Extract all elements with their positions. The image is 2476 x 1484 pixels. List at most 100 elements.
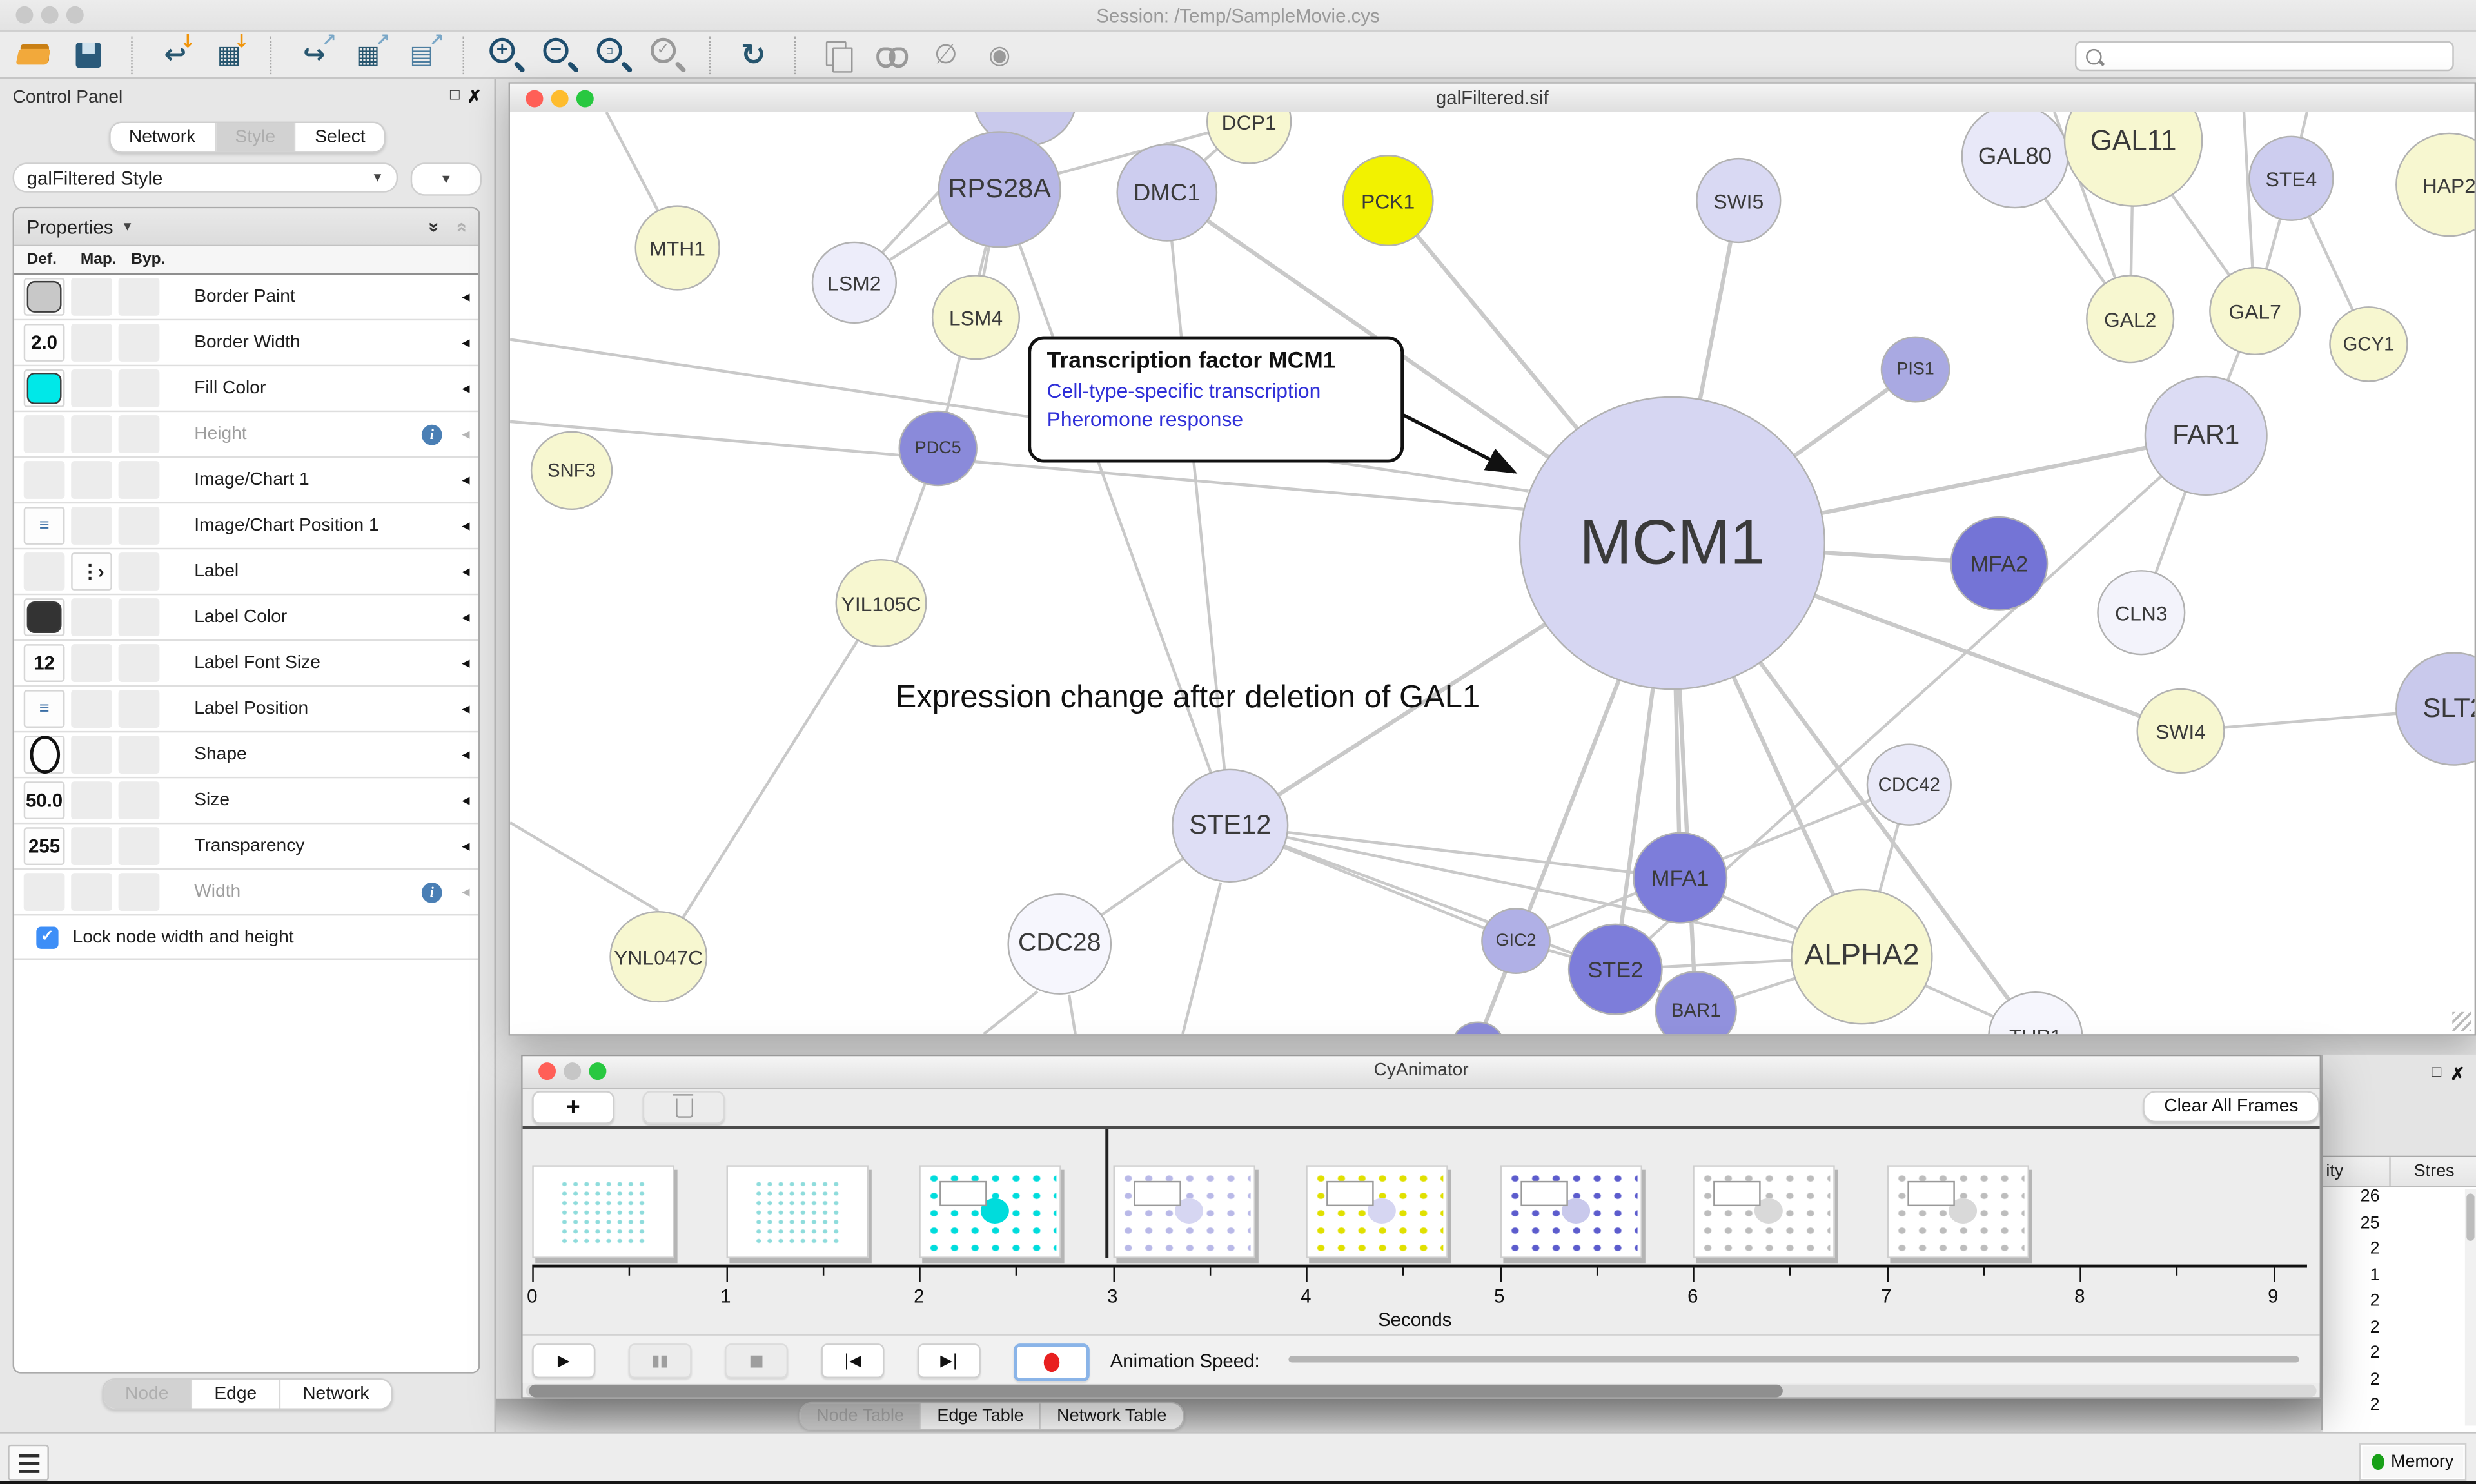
skip-start-button[interactable]: |◀	[821, 1343, 884, 1378]
table-row[interactable]: 2	[2323, 1318, 2476, 1343]
export-image-icon[interactable]	[401, 35, 442, 73]
cyanimator-titlebar[interactable]: CyAnimator	[523, 1056, 2320, 1089]
table-scrollbar[interactable]	[2465, 1189, 2476, 1425]
zoom-out-icon[interactable]	[540, 35, 582, 73]
save-session-icon[interactable]	[70, 35, 111, 73]
window-light-2[interactable]	[66, 6, 84, 24]
node-gcy1[interactable]: GCY1	[2329, 306, 2408, 382]
info-icon[interactable]: i	[422, 424, 442, 445]
node-pdc5[interactable]: PDC5	[898, 411, 977, 487]
network-light-2[interactable]	[576, 90, 594, 108]
node-gic2[interactable]: GIC2	[1481, 908, 1551, 974]
column-header[interactable]: ity	[2323, 1157, 2390, 1186]
tab-edge[interactable]: Edge	[192, 1380, 280, 1408]
property-row-image-chart-position-1[interactable]: ≡Image/Chart Position 1◂	[14, 503, 478, 549]
table-row[interactable]: 2	[2323, 1291, 2476, 1317]
default-value-swatch[interactable]	[24, 278, 65, 316]
zoom-fit-icon[interactable]	[594, 35, 635, 73]
frame-thumbnail-1[interactable]	[725, 1165, 867, 1258]
node-cdc42[interactable]: CDC42	[1867, 743, 1952, 825]
property-row-label[interactable]: ⋮›Label◂	[14, 549, 478, 595]
expand-row-icon[interactable]: ◂	[453, 654, 478, 672]
expand-row-icon[interactable]: ◂	[453, 517, 478, 534]
tab-style[interactable]: Style	[216, 123, 296, 151]
node-swi4[interactable]: SWI4	[2136, 688, 2225, 774]
table-row[interactable]: 2	[2323, 1369, 2476, 1395]
cyanimator-light-0[interactable]	[538, 1062, 556, 1080]
resize-grip[interactable]	[2452, 1012, 2471, 1031]
node-gal7[interactable]: GAL7	[2209, 267, 2301, 355]
import-network-icon[interactable]	[155, 35, 196, 73]
table-scrollbar-thumb[interactable]	[2466, 1193, 2474, 1240]
annotation-link[interactable]: Cell-type-specific transcription	[1047, 379, 1385, 403]
node-mth1[interactable]: MTH1	[634, 205, 720, 290]
tab-network[interactable]: Network	[110, 123, 217, 151]
close-panel-icon[interactable]: ✗	[467, 87, 482, 108]
property-row-image-chart-1[interactable]: Image/Chart 1◂	[14, 458, 478, 503]
table-row[interactable]: 1	[2323, 1265, 2476, 1291]
expand-row-icon[interactable]: ◂	[453, 792, 478, 809]
frame-thumbnail-0[interactable]	[532, 1165, 674, 1258]
node-ste12[interactable]: STE12	[1172, 769, 1288, 883]
import-table-icon[interactable]	[208, 35, 250, 73]
playhead[interactable]	[1105, 1129, 1108, 1258]
property-row-size[interactable]: 50.0Size◂	[14, 778, 478, 824]
memory-button[interactable]: Memory	[2359, 1443, 2467, 1481]
node-pck1[interactable]: PCK1	[1342, 155, 1434, 246]
panel-list-button[interactable]	[8, 1445, 49, 1481]
expand-row-icon[interactable]: ◂	[453, 471, 478, 489]
node-mfa2[interactable]: MFA2	[1950, 516, 2048, 611]
node-ste4[interactable]: STE4	[2248, 136, 2334, 221]
node-cln3[interactable]: CLN3	[2097, 570, 2185, 655]
frame-thumbnail-4[interactable]	[1306, 1165, 1448, 1258]
speed-slider[interactable]	[1288, 1356, 2299, 1363]
expand-row-icon[interactable]: ◂	[453, 609, 478, 626]
node-rps28a[interactable]: RPS28A	[938, 131, 1061, 248]
table-column-headers[interactable]: ity Stres	[2323, 1157, 2476, 1187]
node-ste2[interactable]: STE2	[1568, 924, 1663, 1015]
cyanimator-light-2[interactable]	[589, 1062, 606, 1080]
node-gal2[interactable]: GAL2	[2086, 275, 2174, 363]
table-row[interactable]: 25	[2323, 1213, 2476, 1239]
node-pis1[interactable]: PIS1	[1881, 337, 1950, 403]
network-window-titlebar[interactable]: galFiltered.sif	[510, 84, 2475, 114]
info-icon[interactable]: i	[422, 882, 442, 903]
network-light-1[interactable]	[551, 90, 569, 108]
edge[interactable]	[984, 991, 1037, 1034]
node-snf3[interactable]: SNF3	[531, 431, 613, 510]
node-ynl047c[interactable]: YNL047C	[609, 911, 707, 1002]
edge[interactable]	[1167, 193, 1230, 826]
property-row-fill-color[interactable]: Fill Color◂	[14, 366, 478, 412]
tab-network-table[interactable]: Network Table	[1041, 1403, 1183, 1429]
apply-layout-icon[interactable]	[732, 35, 774, 73]
skip-end-button[interactable]: ▶|	[918, 1343, 981, 1378]
default-value-swatch[interactable]	[24, 598, 65, 636]
expand-row-icon[interactable]: ◂	[453, 700, 478, 718]
default-value-cell[interactable]: 12	[24, 644, 65, 682]
node-alpha2[interactable]: ALPHA2	[1791, 889, 1932, 1025]
edge[interactable]	[1069, 995, 1076, 1034]
node-swi5[interactable]: SWI5	[1696, 158, 1781, 243]
float-panel-icon[interactable]: □	[450, 87, 460, 104]
node-cdc28[interactable]: CDC28	[1007, 893, 1112, 995]
network-light-0[interactable]	[526, 90, 544, 108]
tab-edge-table[interactable]: Edge Table	[921, 1403, 1041, 1429]
node-table[interactable]: ity Stres 26252122222	[2323, 1156, 2476, 1432]
column-header[interactable]: Stres	[2391, 1157, 2476, 1186]
edge[interactable]	[1183, 883, 1221, 1034]
expand-row-icon[interactable]: ◂	[453, 563, 478, 580]
expand-row-icon[interactable]: ◂	[453, 425, 478, 443]
edge[interactable]	[999, 190, 1230, 826]
export-network-icon[interactable]	[294, 35, 335, 73]
node-mcm1[interactable]: MCM1	[1519, 396, 1825, 690]
property-row-transparency[interactable]: 255Transparency◂	[14, 824, 478, 870]
tab-select[interactable]: Select	[296, 123, 384, 151]
collapse-all-icon[interactable]: »	[449, 221, 471, 231]
property-row-height[interactable]: Heighti◂	[14, 412, 478, 458]
close-panel-icon[interactable]: ✗	[2450, 1064, 2465, 1085]
mapping-cell[interactable]: ⋮›	[71, 552, 112, 591]
property-row-shape[interactable]: Shape◂	[14, 732, 478, 778]
zoom-in-icon[interactable]	[486, 35, 527, 73]
record-button[interactable]	[1014, 1343, 1090, 1381]
play-button[interactable]: ▶	[532, 1343, 595, 1378]
